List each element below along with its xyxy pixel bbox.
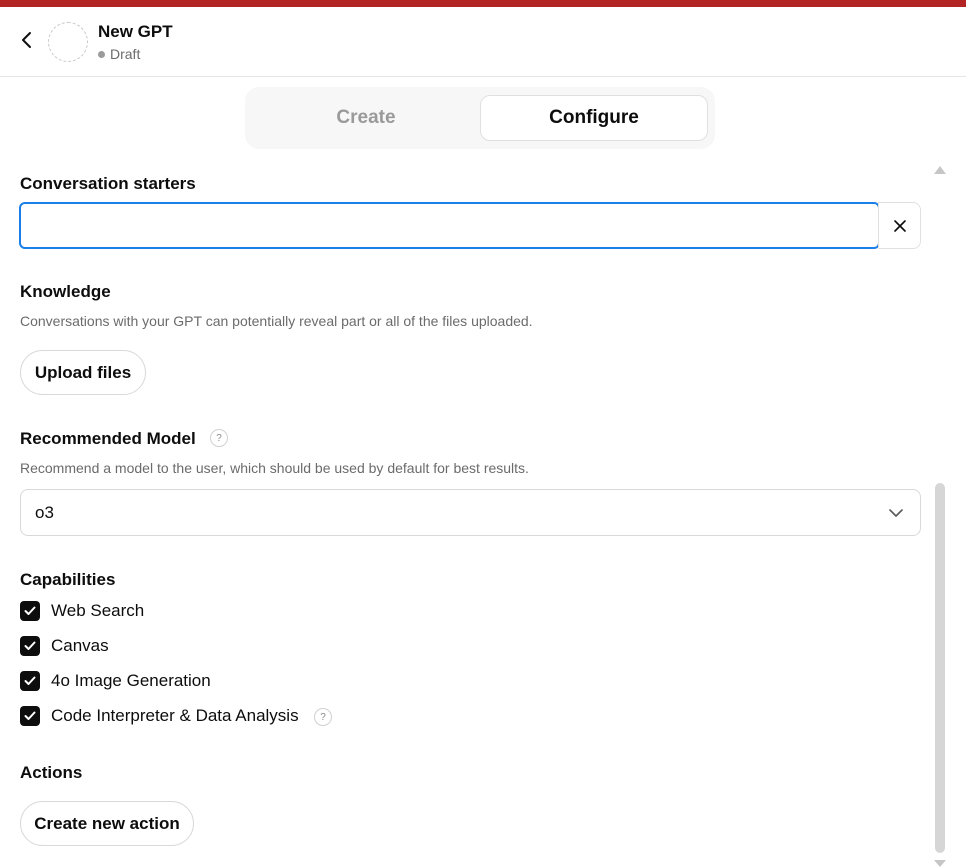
status-label: Draft [110, 46, 141, 62]
chevron-left-icon [22, 32, 31, 48]
checkbox-checked[interactable] [20, 671, 40, 691]
recommended-model-description: Recommend a model to the user, which sho… [20, 460, 529, 476]
checkbox-checked[interactable] [20, 636, 40, 656]
status-dot-icon [98, 50, 105, 58]
recommended-model-title: Recommended Model [20, 429, 196, 448]
window-accent-bar [0, 0, 966, 7]
conversation-starter-input[interactable] [19, 202, 880, 249]
checkbox-checked[interactable] [20, 706, 40, 726]
capability-canvas[interactable]: Canvas [20, 634, 109, 658]
capability-label: Web Search [51, 601, 145, 620]
mode-tabs: Create Configure [245, 87, 715, 149]
help-icon[interactable]: ? [210, 429, 228, 447]
capability-label: Code Interpreter & Data Analysis [51, 706, 299, 725]
check-icon [24, 641, 36, 650]
editor-header: New GPT Draft [0, 7, 966, 77]
back-button[interactable] [14, 27, 40, 53]
check-icon [24, 676, 36, 685]
capability-image-generation[interactable]: 4o Image Generation [20, 669, 211, 693]
gpt-name: New GPT [98, 22, 173, 41]
scrollbar-thumb[interactable] [935, 483, 945, 853]
scroll-down-arrow-icon[interactable] [934, 860, 946, 867]
tab-configure[interactable]: Configure [480, 95, 708, 141]
chevron-down-icon [889, 509, 903, 517]
create-new-action-button[interactable]: Create new action [20, 801, 194, 846]
knowledge-description: Conversations with your GPT can potentia… [20, 313, 533, 329]
remove-starter-button[interactable] [878, 202, 921, 249]
knowledge-title: Knowledge [20, 282, 111, 301]
gpt-status: Draft [98, 46, 140, 62]
capability-label: 4o Image Generation [51, 671, 211, 690]
close-icon [893, 219, 906, 232]
capability-web-search[interactable]: Web Search [20, 599, 144, 623]
upload-files-button[interactable]: Upload files [20, 350, 146, 395]
capability-code-interpreter[interactable]: Code Interpreter & Data Analysis [20, 704, 299, 728]
gpt-avatar-placeholder[interactable] [48, 22, 88, 62]
model-select[interactable]: o3 [20, 489, 921, 536]
actions-title: Actions [20, 763, 83, 782]
checkbox-checked[interactable] [20, 601, 40, 621]
capabilities-title: Capabilities [20, 570, 116, 589]
help-icon[interactable]: ? [314, 708, 332, 726]
model-select-value: o3 [35, 502, 54, 522]
scroll-up-arrow-icon[interactable] [934, 166, 946, 174]
check-icon [24, 606, 36, 615]
tab-create[interactable]: Create [253, 95, 479, 141]
capability-label: Canvas [51, 636, 109, 655]
conversation-starters-title: Conversation starters [20, 174, 196, 193]
check-icon [24, 711, 36, 720]
